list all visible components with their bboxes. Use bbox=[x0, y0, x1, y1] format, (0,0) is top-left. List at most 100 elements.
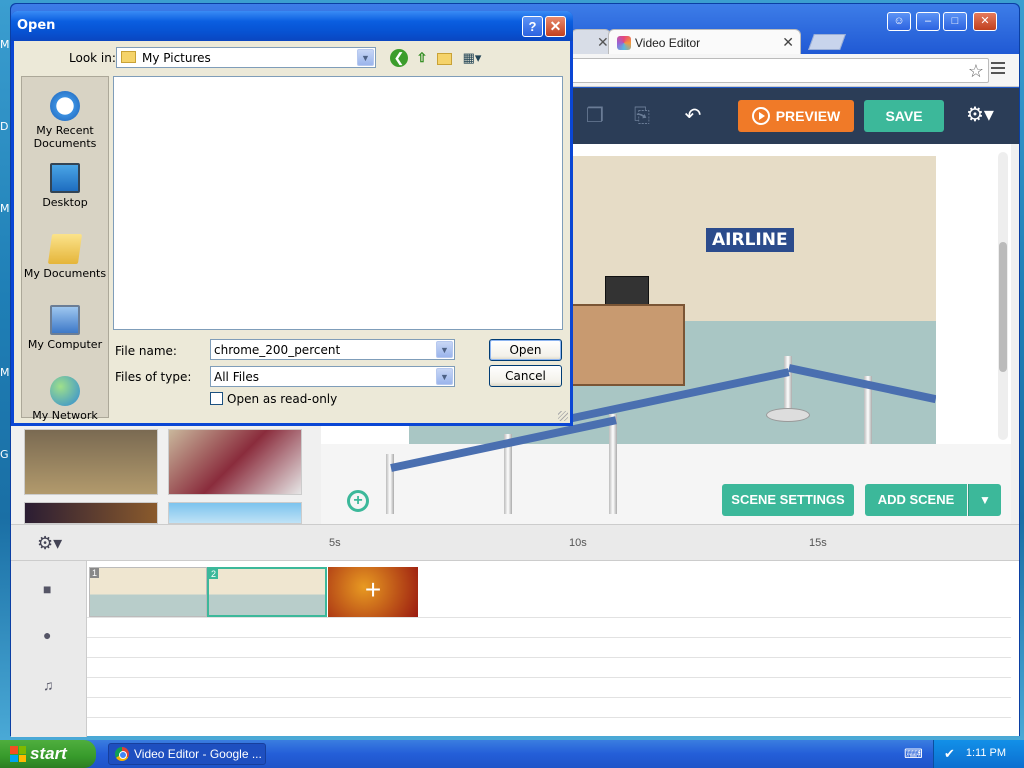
place-label: My Documents bbox=[23, 267, 107, 280]
taskbar-item-label: Video Editor - Google ... bbox=[134, 747, 262, 761]
place-label: My Network bbox=[32, 409, 98, 422]
user-icon[interactable]: ☺ bbox=[887, 12, 911, 31]
track-labels: ■ ● ♫ bbox=[11, 561, 87, 737]
music-track bbox=[87, 658, 1011, 678]
scrollbar-thumb[interactable] bbox=[999, 242, 1007, 372]
add-clip-button[interactable]: + bbox=[328, 567, 418, 617]
scene-settings-button[interactable]: SCENE SETTINGS bbox=[722, 484, 854, 516]
keyboard-icon[interactable]: ⌨ bbox=[904, 746, 923, 762]
desktop-icon-label[interactable]: G bbox=[0, 448, 9, 461]
place-label: Desktop bbox=[42, 196, 88, 209]
new-tab-button[interactable] bbox=[808, 34, 846, 50]
desktop-icon-label[interactable]: M bbox=[0, 202, 10, 215]
start-label: start bbox=[30, 744, 67, 763]
tab-video-editor[interactable]: Video Editor ✕ bbox=[608, 29, 801, 55]
desktop-icon-label[interactable]: M bbox=[0, 38, 10, 51]
places-bar: My Recent Documents Desktop My Documents… bbox=[21, 76, 109, 422]
voice-track bbox=[87, 638, 1011, 658]
clock[interactable]: 1:11 PM bbox=[966, 747, 1006, 759]
maximize-button[interactable]: □ bbox=[943, 12, 967, 31]
undo-icon[interactable]: ↶ bbox=[679, 102, 707, 130]
place-my-network[interactable]: My Network bbox=[22, 376, 108, 422]
dialog-close-button[interactable]: ✕ bbox=[545, 16, 566, 37]
look-in-select[interactable]: My Pictures ▼ bbox=[116, 47, 376, 68]
browser-menu-icon[interactable] bbox=[991, 62, 1005, 77]
scene-clip[interactable]: 1 bbox=[89, 567, 207, 617]
file-type-select[interactable]: All Files ▼ bbox=[210, 366, 455, 387]
stanchion bbox=[609, 414, 617, 514]
background-thumbnail[interactable] bbox=[168, 429, 302, 495]
new-folder-icon[interactable] bbox=[435, 49, 453, 67]
open-button[interactable]: Open bbox=[489, 339, 562, 361]
microphone-icon: ● bbox=[43, 627, 52, 643]
tab-close-icon[interactable]: ✕ bbox=[782, 34, 794, 51]
desktop-icon bbox=[50, 163, 80, 193]
place-my-recent-documents[interactable]: My Recent Documents bbox=[22, 91, 108, 150]
open-dialog: Open ? ✕ Look in: My Pictures ▼ ❮ ⇧ ▦▾ M… bbox=[11, 11, 573, 426]
zoom-in-icon[interactable]: + bbox=[347, 490, 369, 512]
music-track bbox=[87, 698, 1011, 718]
chevron-down-icon[interactable]: ▼ bbox=[357, 49, 374, 66]
queue-belt bbox=[788, 364, 936, 404]
dialog-titlebar[interactable]: Open ? ✕ bbox=[11, 11, 573, 41]
taskbar: start Video Editor - Google ... ⌨ ✔ 1:11… bbox=[0, 740, 1024, 768]
tab-close-icon[interactable]: ✕ bbox=[597, 34, 609, 51]
look-in-label: Look in: bbox=[69, 51, 116, 65]
scene-clip-selected[interactable]: 2 bbox=[207, 567, 327, 617]
close-button[interactable]: ✕ bbox=[973, 12, 997, 31]
up-folder-icon[interactable]: ⇧ bbox=[413, 49, 431, 67]
look-in-value: My Pictures bbox=[142, 51, 211, 65]
address-bar[interactable]: ☆ bbox=[571, 58, 989, 83]
bookmark-star-icon[interactable]: ☆ bbox=[968, 61, 984, 82]
paste-icon[interactable]: ⎘ bbox=[628, 102, 656, 130]
preview-label: PREVIEW bbox=[775, 108, 841, 124]
file-name-input[interactable]: chrome_200_percent ▼ bbox=[210, 339, 455, 360]
settings-gear-icon[interactable]: ⚙▾ bbox=[966, 102, 994, 127]
copy-icon[interactable]: ❐ bbox=[581, 102, 609, 130]
video-editor-favicon-icon bbox=[617, 36, 631, 50]
minimize-button[interactable]: – bbox=[916, 12, 940, 31]
timeline-settings-gear-icon[interactable]: ⚙▾ bbox=[37, 533, 62, 554]
network-icon[interactable]: ✔ bbox=[944, 746, 955, 762]
start-button[interactable]: start bbox=[0, 740, 96, 768]
system-tray: ✔ 1:11 PM bbox=[933, 740, 1024, 768]
chevron-down-icon[interactable]: ▼ bbox=[436, 368, 453, 385]
background-thumbnail[interactable] bbox=[168, 502, 302, 524]
back-arrow-icon[interactable]: ❮ bbox=[390, 49, 408, 67]
taskbar-item-chrome[interactable]: Video Editor - Google ... bbox=[108, 743, 266, 765]
check-in-counter bbox=[565, 304, 685, 386]
file-list[interactable] bbox=[113, 76, 563, 330]
stage-scrollbar[interactable] bbox=[998, 152, 1008, 440]
desktop-icon-label[interactable]: M bbox=[0, 366, 10, 379]
place-my-documents[interactable]: My Documents bbox=[22, 234, 108, 280]
video-camera-icon: ■ bbox=[43, 581, 52, 597]
save-button[interactable]: SAVE bbox=[864, 100, 944, 132]
folder-icon bbox=[121, 51, 136, 63]
play-icon bbox=[751, 107, 770, 125]
music-track bbox=[87, 678, 1011, 698]
preview-button[interactable]: PREVIEW bbox=[738, 100, 854, 132]
views-menu-icon[interactable]: ▦▾ bbox=[460, 49, 484, 67]
background-thumbnail[interactable] bbox=[24, 502, 158, 524]
help-button[interactable]: ? bbox=[522, 16, 543, 37]
desktop-icon-label[interactable]: D bbox=[0, 120, 8, 133]
tick-label: 10s bbox=[569, 537, 587, 549]
music-note-icon: ♫ bbox=[43, 677, 54, 693]
dialog-title: Open bbox=[17, 18, 56, 33]
file-name-value: chrome_200_percent bbox=[214, 343, 341, 357]
chevron-down-icon[interactable]: ▼ bbox=[436, 341, 453, 358]
place-my-computer[interactable]: My Computer bbox=[22, 305, 108, 351]
place-label: My Computer bbox=[27, 338, 103, 351]
resize-grip-icon[interactable] bbox=[558, 411, 568, 421]
background-thumbnail[interactable] bbox=[24, 429, 158, 495]
file-type-label: Files of type: bbox=[115, 370, 192, 384]
cancel-button[interactable]: Cancel bbox=[489, 365, 562, 387]
tick-label: 5s bbox=[329, 537, 341, 549]
file-type-value: All Files bbox=[214, 370, 260, 384]
tab-label: Video Editor bbox=[635, 36, 701, 50]
read-only-checkbox[interactable] bbox=[210, 392, 223, 405]
place-desktop[interactable]: Desktop bbox=[22, 163, 108, 209]
add-scene-button[interactable]: ADD SCENE bbox=[865, 484, 967, 516]
add-scene-dropdown-icon[interactable]: ▼ bbox=[968, 484, 1001, 516]
windows-logo-icon bbox=[10, 746, 26, 762]
